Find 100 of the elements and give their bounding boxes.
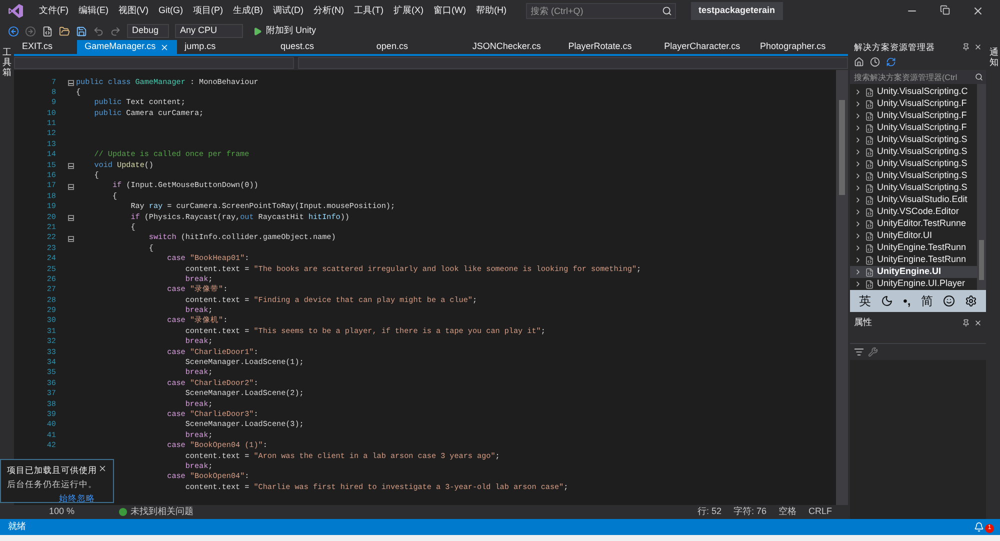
reference-icon <box>865 184 874 192</box>
search-icon <box>975 73 983 81</box>
tree-item[interactable]: Unity.VisualScripting.S <box>850 182 977 194</box>
redo-icon[interactable] <box>110 26 121 36</box>
reference-icon <box>865 100 874 108</box>
menu-item[interactable]: 视图(V) <box>118 4 148 18</box>
restore-icon[interactable] <box>940 5 950 15</box>
new-file-icon[interactable] <box>42 26 53 36</box>
moon-icon[interactable] <box>881 295 894 307</box>
attach-unity-button[interactable]: 附加到 Unity <box>249 24 320 38</box>
ime-toolbar[interactable]: 英 •, 简 <box>850 290 986 312</box>
tree-item[interactable]: Unity.VisualStudio.Edit <box>850 194 977 206</box>
language-toggle[interactable]: 英 <box>859 292 872 310</box>
tree-item[interactable]: Unity.VisualScripting.F <box>850 122 977 134</box>
play-icon <box>253 26 262 36</box>
line-ending-indicator: CRLF <box>808 505 833 518</box>
notification-message: 后台任务仍在运行中。 <box>7 478 98 490</box>
close-icon[interactable] <box>974 319 982 327</box>
tree-item[interactable]: UnityEngine.UI <box>850 266 977 278</box>
search-icon <box>662 6 672 16</box>
whitespace-indicator: 空格 <box>778 505 796 518</box>
zoom-level[interactable]: 100 % <box>49 505 75 519</box>
file-tab[interactable]: Photographer.cs <box>752 40 848 54</box>
tree-item[interactable]: Unity.VSCode.Editor <box>850 206 977 218</box>
close-tab-icon[interactable] <box>160 42 169 52</box>
file-tab[interactable]: PlayerRotate.cs <box>560 40 656 54</box>
issues-indicator[interactable]: 未找到相关问题 <box>118 505 194 519</box>
collapse-icon[interactable] <box>68 80 74 86</box>
file-tab[interactable]: quest.cs <box>272 40 368 54</box>
reference-icon <box>865 160 874 168</box>
search-field[interactable]: 搜索 (Ctrl+Q) <box>526 3 676 19</box>
menu-item[interactable]: 帮助(H) <box>476 4 506 18</box>
pin-icon[interactable] <box>962 43 970 51</box>
tree-item[interactable]: Unity.VisualScripting.S <box>850 170 977 182</box>
save-icon[interactable] <box>76 26 87 36</box>
window-title: testpackageterain <box>690 2 784 20</box>
close-icon[interactable] <box>974 43 982 51</box>
close-icon[interactable] <box>98 464 107 473</box>
open-folder-icon[interactable] <box>59 26 70 36</box>
reference-icon <box>865 88 874 96</box>
bell-icon[interactable] <box>974 522 984 532</box>
settings-icon[interactable] <box>964 295 977 307</box>
menu-item[interactable]: 窗口(W) <box>434 4 466 18</box>
tree-item[interactable]: Unity.VisualScripting.S <box>850 134 977 146</box>
line-indicator: 行: 52 <box>697 505 722 518</box>
categorized-icon[interactable] <box>854 347 864 357</box>
menu-item[interactable]: 调试(D) <box>273 4 304 18</box>
tree-item[interactable]: Unity.VisualScripting.S <box>850 158 977 170</box>
menu-item[interactable]: Git(G) <box>158 4 183 18</box>
history-icon[interactable] <box>870 57 880 67</box>
close-icon[interactable] <box>972 5 984 17</box>
platform-dropdown[interactable]: Any CPU <box>175 24 243 38</box>
tree-item[interactable]: UnityEngine.TestRunn <box>850 254 977 266</box>
menu-item[interactable]: 项目(P) <box>193 4 223 18</box>
punctuation-toggle[interactable]: •, <box>903 292 911 310</box>
tree-item[interactable]: Unity.VisualScripting.S <box>850 146 977 158</box>
toolbox-tab[interactable]: 工具箱 <box>2 48 12 78</box>
menu-item[interactable]: 编辑(E) <box>78 4 108 18</box>
collapse-icon[interactable] <box>68 236 74 242</box>
menu-item[interactable]: 文件(F) <box>39 4 68 18</box>
sync-icon[interactable] <box>886 57 896 67</box>
configuration-dropdown[interactable]: Debug <box>127 24 169 38</box>
forward-icon[interactable] <box>25 26 36 36</box>
pin-icon[interactable] <box>962 319 970 327</box>
menu-item[interactable]: 扩展(X) <box>394 4 424 18</box>
file-tab[interactable]: jump.cs <box>176 40 273 54</box>
wrench-icon[interactable] <box>868 347 878 357</box>
undo-icon[interactable] <box>93 26 104 36</box>
tree-item[interactable]: UnityEngine.UI.Player <box>850 278 977 290</box>
column-indicator: 字符: 76 <box>733 505 766 518</box>
tree-item[interactable]: UnityEditor.TestRunne <box>850 218 977 230</box>
reference-icon <box>865 172 874 180</box>
menu-item[interactable]: 生成(B) <box>233 4 263 18</box>
reference-icon <box>865 256 874 264</box>
tree-item[interactable]: Unity.VisualScripting.F <box>850 98 977 110</box>
collapse-icon[interactable] <box>68 184 74 190</box>
ignore-link[interactable]: 始终忽略 <box>59 492 107 504</box>
menu-item[interactable]: 分析(N) <box>314 4 344 18</box>
collapse-icon[interactable] <box>68 163 74 170</box>
home-icon[interactable] <box>854 57 864 67</box>
tree-scrollbar[interactable] <box>977 84 986 290</box>
smiley-icon[interactable] <box>942 295 955 307</box>
collapse-icon[interactable] <box>68 215 74 222</box>
solution-search-field[interactable]: 搜索解决方案资源管理器(Ctrl <box>850 70 986 84</box>
file-tab[interactable]: JSONChecker.cs <box>464 40 560 54</box>
tree-item[interactable]: Unity.VisualScripting.C <box>850 86 977 98</box>
script-toggle[interactable]: 简 <box>920 292 933 310</box>
file-tab[interactable]: open.cs <box>368 40 464 54</box>
tree-item[interactable]: UnityEngine.TestRunn <box>850 242 977 254</box>
check-icon <box>118 508 127 516</box>
vertical-scrollbar[interactable] <box>836 70 848 505</box>
file-tab[interactable]: GameManager.cs <box>76 40 177 54</box>
notifications-tab[interactable]: 通知 <box>990 48 998 68</box>
menu-item[interactable]: 工具(T) <box>354 4 384 18</box>
back-icon[interactable] <box>8 26 19 36</box>
file-tab[interactable]: PlayerCharacter.cs <box>656 40 752 54</box>
reference-icon <box>865 124 874 132</box>
file-tab[interactable]: EXIT.cs <box>14 40 77 54</box>
tree-item[interactable]: UnityEditor.UI <box>850 230 977 242</box>
tree-item[interactable]: Unity.VisualScripting.F <box>850 110 977 122</box>
